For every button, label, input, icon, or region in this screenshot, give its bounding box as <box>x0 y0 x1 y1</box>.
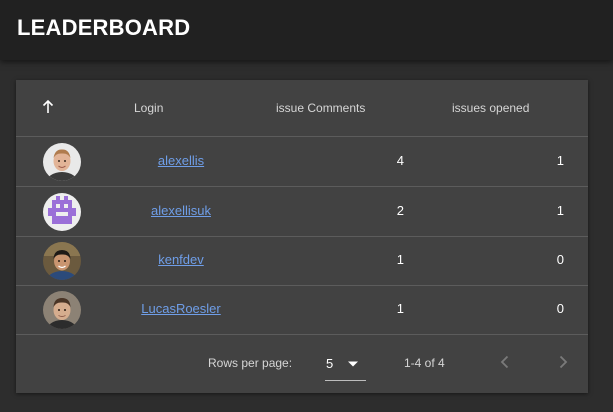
issue-comments-value: 1 <box>396 252 404 267</box>
issues-opened-value: 0 <box>556 301 564 316</box>
login-link[interactable]: kenfdev <box>106 252 256 267</box>
caret-down-icon <box>348 361 358 367</box>
rows-per-page-select[interactable]: 5 <box>325 346 366 381</box>
column-header-issues-opened[interactable]: issues opened <box>452 101 529 115</box>
table-row: LucasRoesler 1 0 <box>16 285 588 335</box>
table-row: alexellisuk 2 1 <box>16 187 588 237</box>
avatar <box>43 143 81 181</box>
table-row: kenfdev 1 0 <box>16 236 588 286</box>
app-bar: LEADERBOARD <box>0 0 613 60</box>
chevron-left-icon[interactable] <box>493 350 517 374</box>
avatar <box>43 291 81 329</box>
issues-opened-value: 0 <box>556 252 564 267</box>
column-header-issue-comments[interactable]: issue Comments <box>276 101 365 115</box>
column-header-login[interactable]: Login <box>134 101 163 115</box>
issue-comments-value: 1 <box>396 301 404 316</box>
avatar <box>43 193 81 231</box>
leaderboard-table: Login issue Comments issues opened alexe… <box>16 80 588 393</box>
login-link[interactable]: alexellisuk <box>106 203 256 218</box>
table-row: alexellis 4 1 <box>16 137 588 187</box>
pagination-range: 1-4 of 4 <box>404 356 445 370</box>
pagination: Rows per page: 5 1-4 of 4 <box>16 334 588 393</box>
issues-opened-value: 1 <box>556 153 564 168</box>
chevron-right-icon[interactable] <box>551 350 575 374</box>
rows-per-page-label: Rows per page: <box>208 356 293 370</box>
page-title: LEADERBOARD <box>17 15 191 40</box>
login-link[interactable]: alexellis <box>106 153 256 168</box>
issue-comments-value: 2 <box>396 203 404 218</box>
issue-comments-value: 4 <box>396 153 404 168</box>
rows-per-page-value: 5 <box>326 356 334 371</box>
table-header: Login issue Comments issues opened <box>16 80 588 137</box>
login-link[interactable]: LucasRoesler <box>106 301 256 316</box>
issues-opened-value: 1 <box>556 203 564 218</box>
arrow-up-icon[interactable] <box>41 99 55 115</box>
avatar <box>43 242 81 280</box>
